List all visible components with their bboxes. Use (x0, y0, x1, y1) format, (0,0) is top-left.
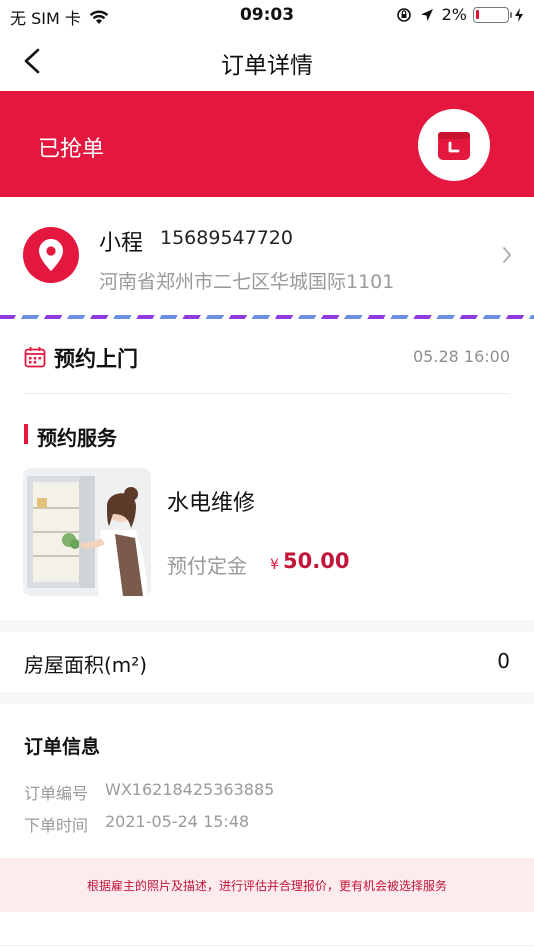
charging-bolt-icon (515, 7, 523, 22)
divider (24, 393, 510, 394)
location-pin-icon (39, 239, 63, 271)
deposit-amount: 50.00 (283, 549, 350, 573)
service-name: 水电维修 (167, 491, 256, 516)
service-photo (23, 468, 151, 596)
section-accent-bar (24, 424, 28, 444)
nav-bar: 订单详情 (0, 32, 534, 90)
contact-address: 河南省郑州市二七区华城国际1101 (99, 271, 395, 293)
appointment-time: 05.28 16:00 (413, 347, 510, 366)
status-bar: 无 SIM 卡 09:03 2% (0, 0, 534, 32)
battery-percent: 2% (441, 5, 467, 24)
section-gap (0, 692, 534, 704)
order-info-section: 订单信息 订单编号 WX16218425363885 下单时间 2021-05-… (0, 704, 534, 858)
calendar-icon (24, 347, 46, 368)
location-arrow-icon (420, 8, 433, 21)
page-title: 订单详情 (221, 53, 313, 79)
currency-symbol: ¥ (270, 557, 279, 573)
order-number-label: 订单编号 (24, 784, 89, 803)
notice-text: 根据雇主的照片及描述，进行评估并合理报价，更有机会被选择服务 (86, 879, 447, 893)
order-time-value: 2021-05-24 15:48 (105, 812, 250, 831)
orientation-lock-icon (396, 7, 411, 22)
notice-bar: 根据雇主的照片及描述，进行评估并合理报价，更有机会被选择服务 (0, 858, 534, 912)
appointment-row: 预约上门 05.28 16:00 (0, 319, 534, 395)
deposit-label: 预付定金 (167, 554, 247, 578)
order-status-badge (418, 109, 490, 181)
battery-icon (473, 6, 512, 23)
order-number-value: WX16218425363885 (105, 780, 275, 799)
address-card[interactable]: 小程 15689547720 河南省郑州市二七区华城国际1101 (0, 197, 534, 315)
contact-name: 小程 (99, 231, 144, 256)
order-status-label: 已抢单 (38, 137, 105, 162)
appointment-label: 预约上门 (54, 347, 138, 371)
contact-phone: 15689547720 (160, 227, 293, 249)
chevron-right-icon (503, 247, 511, 263)
divider (0, 945, 534, 946)
box-icon (438, 132, 470, 160)
house-area-row: 房屋面积(m²) 0 (0, 632, 534, 692)
location-pin-badge (23, 227, 79, 283)
section-gap (0, 620, 534, 632)
house-area-value: 0 (497, 649, 510, 673)
house-area-label: 房屋面积(m²) (24, 653, 148, 677)
order-info-title: 订单信息 (24, 736, 101, 758)
service-section-title: 预约服务 (37, 426, 117, 450)
order-time-label: 下单时间 (24, 816, 89, 835)
service-section: 预约服务 水电维修 预付定金 ¥ 50.00 (0, 395, 534, 620)
status-bar-right: 2% (396, 5, 524, 24)
